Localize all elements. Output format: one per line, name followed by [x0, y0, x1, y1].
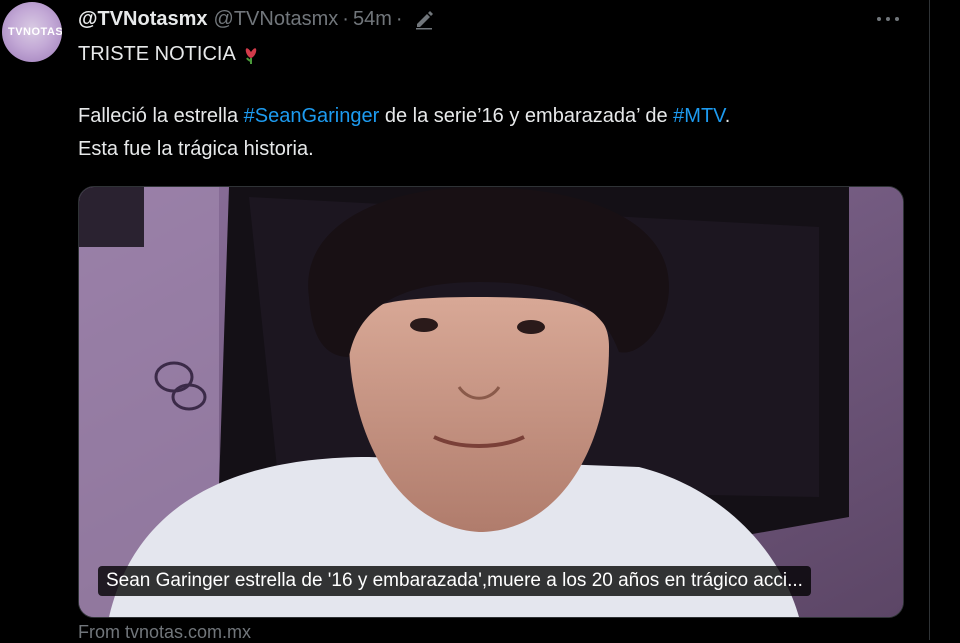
separator-dot-2: · — [395, 7, 403, 30]
user-handle[interactable]: @TVNotasmx — [214, 8, 339, 31]
separator-dot: · — [342, 7, 349, 30]
edit-pencil-icon[interactable] — [413, 8, 435, 30]
hashtag-mtv[interactable]: #MTV — [673, 105, 725, 127]
timeline-border — [929, 0, 930, 640]
display-name[interactable]: @TVNotasmx — [78, 8, 208, 31]
tweet-text-segment: Falleció la estrella — [78, 105, 244, 127]
hashtag-seangaringer[interactable]: #SeanGaringer — [244, 105, 380, 127]
tweet-header: @TVNotasmx @TVNotasmx · 54m · — [78, 6, 435, 32]
tweet-text-line-1: TRISTE NOTICIA — [78, 41, 898, 68]
headline-text: TRISTE NOTICIA — [78, 43, 236, 65]
timestamp[interactable]: 54m — [353, 8, 392, 31]
wilted-rose-icon — [242, 42, 260, 64]
more-horizontal-icon[interactable] — [872, 8, 904, 30]
tweet-text-period: . — [724, 105, 731, 127]
avatar-logo: TVNOTAS — [8, 26, 62, 38]
avatar[interactable]: TVNOTAS — [2, 2, 62, 62]
link-card-caption[interactable]: Sean Garinger estrella de '16 y embaraza… — [98, 566, 811, 596]
link-card-image[interactable] — [78, 186, 904, 618]
tweet-text-line-2: Falleció la estrella #SeanGaringer de la… — [78, 103, 898, 130]
tweet-text-segment-2: de la serie’16 y embarazada’ de — [379, 105, 674, 127]
tweet-text-line-3: Esta fue la trágica historia. — [78, 138, 314, 160]
